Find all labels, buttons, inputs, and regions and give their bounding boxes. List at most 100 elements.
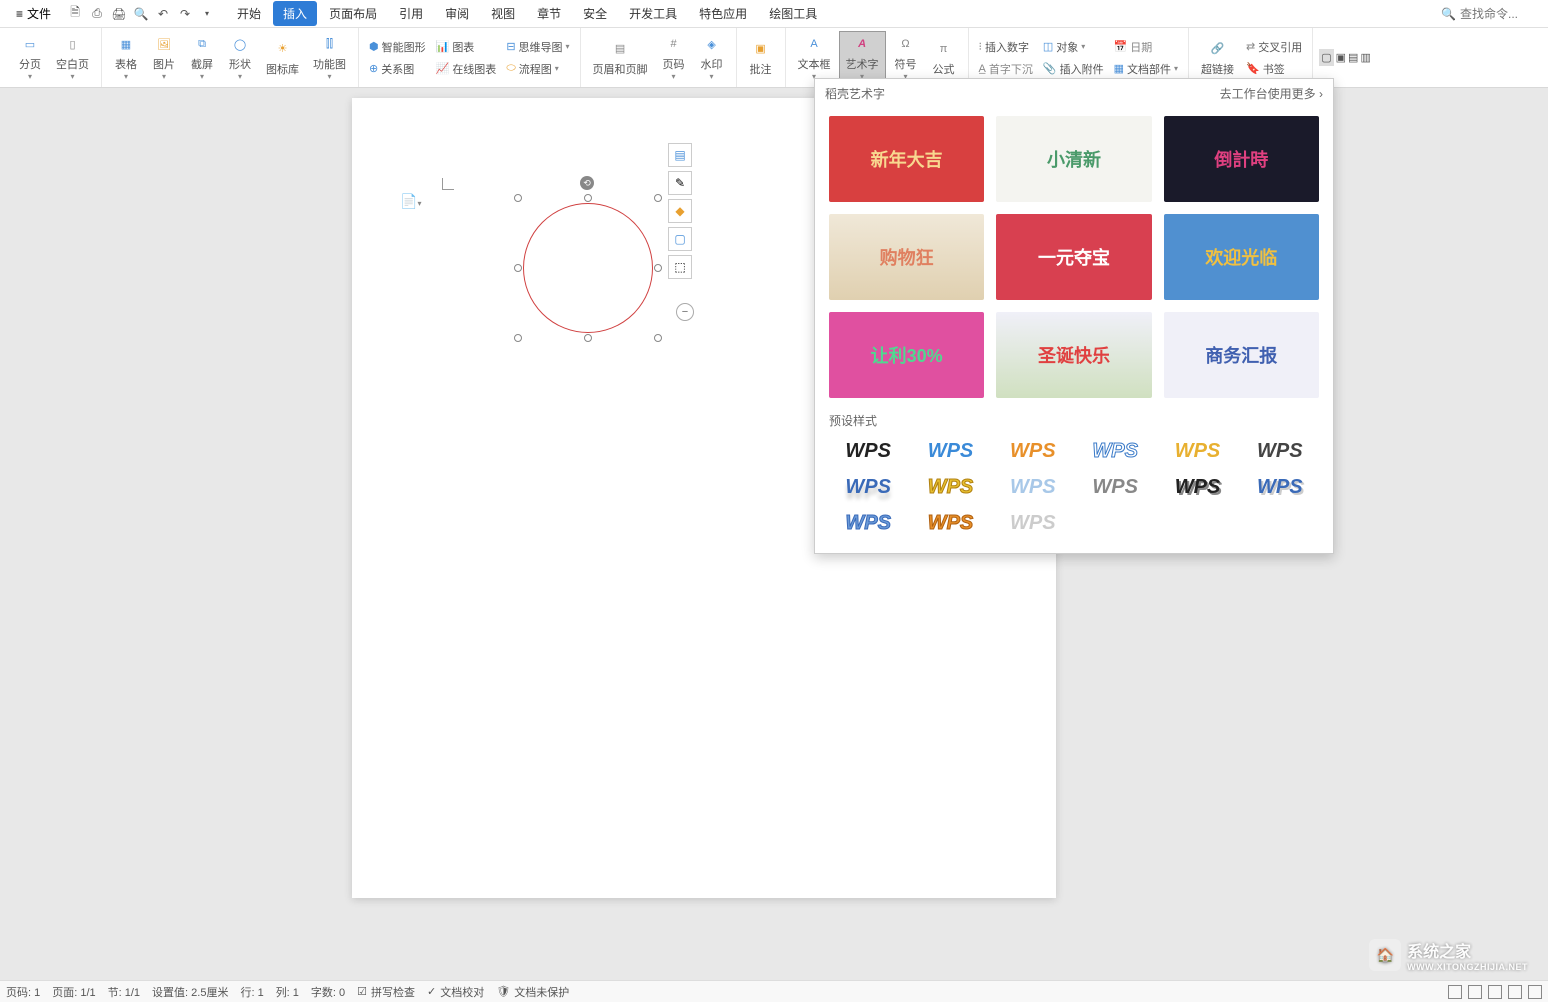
sb-chars[interactable]: 字数: 0: [311, 984, 345, 1000]
sb-proof[interactable]: ✓文档校对: [427, 984, 484, 1000]
wordart-thumb-4[interactable]: 购物狂: [829, 214, 984, 300]
flowchart-button[interactable]: ⬭流程图▾: [502, 58, 573, 80]
resize-handle-tl[interactable]: [514, 194, 522, 202]
blank-page-button[interactable]: ▯空白页▾: [50, 32, 95, 83]
func-chart-button[interactable]: ⫿⫿功能图▾: [307, 32, 352, 83]
doc-parts-button[interactable]: ▦文档部件▾: [1110, 58, 1182, 80]
wordart-preset-10[interactable]: WPS: [1076, 471, 1154, 503]
sb-view-5-icon[interactable]: [1528, 985, 1542, 999]
wordart-preset-6[interactable]: WPS: [1241, 435, 1319, 467]
insert-number-button[interactable]: ⁝插入数字: [975, 36, 1037, 58]
tab-section[interactable]: 章节: [527, 1, 571, 26]
wordart-preset-11[interactable]: WPS: [1158, 471, 1236, 503]
drop-cap-button[interactable]: A̲首字下沉: [975, 58, 1037, 80]
circle-shape[interactable]: [523, 203, 653, 333]
wordart-preset-15[interactable]: WPS: [994, 507, 1072, 539]
wordart-preset-13[interactable]: WPS: [829, 507, 907, 539]
fill-color-icon[interactable]: ◆: [668, 199, 692, 223]
page-break-button[interactable]: ▭分页▾: [12, 32, 48, 83]
tab-references[interactable]: 引用: [389, 1, 433, 26]
selected-shape[interactable]: ⟲: [518, 198, 658, 338]
page-number-button[interactable]: #页码▾: [656, 32, 692, 83]
textbox-button[interactable]: A文本框▾: [792, 32, 837, 83]
watermark-button[interactable]: ◈水印▾: [694, 32, 730, 83]
wordart-thumb-2[interactable]: 小清新: [996, 116, 1151, 202]
sb-protect[interactable]: 🛡文档未保护: [496, 984, 569, 1000]
chart-button[interactable]: 📊图表: [432, 36, 501, 58]
wordart-button[interactable]: A艺术字▾: [839, 31, 886, 84]
attachment-button[interactable]: 📎插入附件: [1039, 58, 1108, 80]
symbol-button[interactable]: Ω符号▾: [888, 32, 924, 83]
cross-ref-button[interactable]: ⇄交叉引用: [1242, 36, 1306, 58]
wordart-preset-9[interactable]: WPS: [994, 471, 1072, 503]
outline-icon[interactable]: ▢: [668, 227, 692, 251]
tab-view[interactable]: 视图: [481, 1, 525, 26]
view-mode-4-icon[interactable]: ▥: [1360, 51, 1370, 64]
online-chart-button[interactable]: 📈在线图表: [432, 58, 501, 80]
wordart-more-link[interactable]: 去工作台使用更多 ›: [1220, 85, 1323, 102]
rotate-handle[interactable]: ⟲: [580, 176, 594, 190]
view-mode-1-icon[interactable]: ▢: [1319, 49, 1333, 66]
comment-button[interactable]: ▣批注: [743, 37, 779, 79]
sb-row[interactable]: 行: 1: [240, 984, 263, 1000]
undo-icon[interactable]: ↶: [155, 6, 171, 22]
view-mode-3-icon[interactable]: ▤: [1348, 51, 1358, 64]
redo-icon[interactable]: ↷: [177, 6, 193, 22]
wordart-thumb-5[interactable]: 一元夺宝: [996, 214, 1151, 300]
wordart-preset-2[interactable]: WPS: [911, 435, 989, 467]
tab-start[interactable]: 开始: [227, 1, 271, 26]
screenshot-button[interactable]: ⧉截屏▾: [184, 32, 220, 83]
resize-handle-mr[interactable]: [654, 264, 662, 272]
mindmap-button[interactable]: ⊟思维导图▾: [502, 36, 573, 58]
date-button[interactable]: 📅日期: [1110, 36, 1182, 58]
hyperlink-button[interactable]: 🔗超链接: [1195, 37, 1240, 79]
header-footer-button[interactable]: ▤页眉和页脚: [587, 37, 654, 79]
wordart-preset-8[interactable]: WPS: [911, 471, 989, 503]
wordart-thumb-7[interactable]: 让利30%: [829, 312, 984, 398]
resize-handle-ml[interactable]: [514, 264, 522, 272]
wordart-thumb-3[interactable]: 倒計時: [1164, 116, 1319, 202]
print-icon[interactable]: 🖨: [111, 6, 127, 22]
sb-page-no[interactable]: 页码: 1: [6, 984, 40, 1000]
object-button[interactable]: ◫对象▾: [1039, 36, 1108, 58]
shapes-button[interactable]: ◯形状▾: [222, 32, 258, 83]
command-search[interactable]: 🔍: [1441, 7, 1540, 21]
wordart-preset-1[interactable]: WPS: [829, 435, 907, 467]
search-input[interactable]: [1460, 7, 1540, 21]
sb-view-1-icon[interactable]: [1448, 985, 1462, 999]
icon-library-button[interactable]: ☀图标库: [260, 37, 305, 79]
relation-button[interactable]: ⊕关系图: [365, 58, 430, 80]
resize-handle-tr[interactable]: [654, 194, 662, 202]
tab-security[interactable]: 安全: [573, 1, 617, 26]
more-options-icon[interactable]: ⬚: [668, 255, 692, 279]
tab-review[interactable]: 审阅: [435, 1, 479, 26]
wordart-thumb-1[interactable]: 新年大吉: [829, 116, 984, 202]
wordart-thumb-6[interactable]: 欢迎光临: [1164, 214, 1319, 300]
file-menu[interactable]: ≡ 文件: [8, 3, 59, 24]
find-icon[interactable]: 🔍: [133, 6, 149, 22]
tab-drawing[interactable]: 绘图工具: [759, 1, 827, 26]
resize-handle-tm[interactable]: [584, 194, 592, 202]
layout-options-icon[interactable]: ▤: [668, 143, 692, 167]
picture-button[interactable]: 🖼图片▾: [146, 32, 182, 83]
wordart-preset-3[interactable]: WPS: [994, 435, 1072, 467]
sb-page[interactable]: 页面: 1/1: [52, 984, 95, 1000]
doc-indicator-icon[interactable]: 📄▾: [400, 193, 421, 210]
wordart-preset-7[interactable]: WPS: [829, 471, 907, 503]
sb-section[interactable]: 节: 1/1: [108, 984, 140, 1000]
qat-dropdown-icon[interactable]: ▾: [199, 6, 215, 22]
sb-col[interactable]: 列: 1: [276, 984, 299, 1000]
sb-spellcheck[interactable]: ☑拼写检查: [357, 984, 415, 1000]
table-button[interactable]: ▦表格▾: [108, 32, 144, 83]
zoom-out-icon[interactable]: −: [676, 303, 694, 321]
print-preview-icon[interactable]: ⎙: [89, 6, 105, 22]
wordart-preset-12[interactable]: WPS: [1241, 471, 1319, 503]
edit-shape-icon[interactable]: ✎: [668, 171, 692, 195]
wordart-preset-5[interactable]: WPS: [1158, 435, 1236, 467]
wordart-preset-14[interactable]: WPS: [911, 507, 989, 539]
sb-view-2-icon[interactable]: [1468, 985, 1482, 999]
wordart-thumb-8[interactable]: 圣诞快乐: [996, 312, 1151, 398]
sb-view-3-icon[interactable]: [1488, 985, 1502, 999]
equation-button[interactable]: π公式: [926, 37, 962, 79]
sb-view-4-icon[interactable]: [1508, 985, 1522, 999]
